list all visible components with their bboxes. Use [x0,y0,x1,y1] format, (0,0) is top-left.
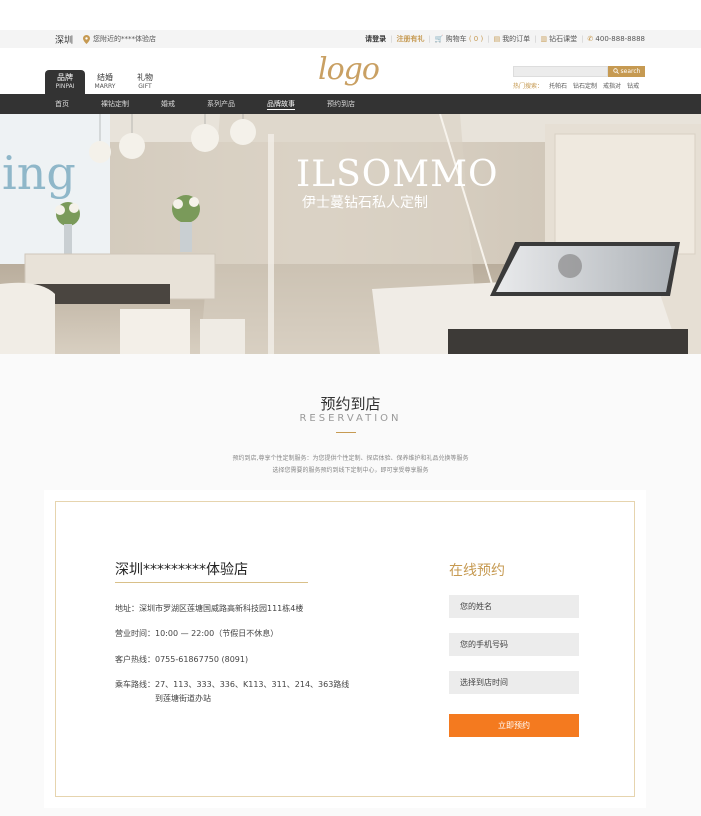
hot-searches: 热门搜索： 托帕石 钻石定制 戒指对 钻戒 [513,81,639,90]
cart-icon: 🛒 [434,35,444,43]
reservation-section: 预约到店 RESERVATION 预约到店,尊享个性定制服务：为您提供个性定制、… [0,354,701,816]
register-link[interactable]: 注册有礼 [397,34,425,44]
phone-icon: ✆ [587,35,594,43]
section-title: 预约到店 [320,395,381,413]
phone-number: ✆ 400-888-8888 [588,35,645,43]
main-nav: 首页 裸钻定制 婚戒 系列产品 品牌故事 预约到店 [0,94,701,114]
store-interior-image: ing ILSOMMO 伊士蔓钻石私人定制 [0,114,701,354]
hero-banner: ing ILSOMMO 伊士蔓钻石私人定制 [0,114,701,354]
tab-sublabel: GIFT [138,83,152,90]
banner-sign-en: ILSOMMO [296,154,499,195]
banner-sign-cn: 伊士蔓钻石私人定制 [302,195,428,211]
tab-sublabel: MARRY [94,83,116,90]
order-icon: ▤ [493,35,501,43]
section-subtitle: RESERVATION [299,413,402,424]
orders-label: 我的订单 [502,35,531,43]
divider: | [581,35,584,43]
tab-label: 品牌 [57,73,73,82]
nav-item-series[interactable]: 系列产品 [207,94,235,114]
orders-link[interactable]: ▤ 我的订单 [494,34,531,44]
store-name-divider [115,582,308,583]
nav-item-reservation[interactable]: 预约到店 [327,94,355,114]
tab-marry[interactable]: 结婚 MARRY [85,70,125,94]
classroom-icon: ▥ [540,35,548,43]
nearby-store-text: 您附近的****体验店 [93,35,156,43]
phone-label: 400-888-8888 [595,35,645,43]
phone-input[interactable] [449,633,579,656]
divider: | [428,35,431,43]
nearby-store-link[interactable]: 您附近的****体验店 [83,34,156,44]
divider: | [487,35,490,43]
top-right-links: 请登录 | 注册有礼 | 🛒 购物车 ( 0 ) | ▤ 我的订单 | ▥ 钻石课堂 … [365,34,645,44]
cart-label: 购物车 [445,35,467,43]
store-hours: 营业时间：10:00 — 22:00（节假日不休息） [115,629,279,638]
visit-time-input[interactable] [449,671,579,694]
tab-gift[interactable]: 礼物 GIFT [125,70,165,94]
section-description: 预约到店,尊享个性定制服务：为您提供个性定制、探店体验、保养维护和礼品兑换等服务 [232,455,469,462]
hot-search-label: 热门搜索： [513,83,544,90]
store-address: 地址：深圳市罗湖区莲塘国威路高新科技园111栋4楼 [115,604,304,613]
form-title: 在线预约 [449,563,505,579]
tab-brand[interactable]: 品牌 PINPAI [45,70,85,94]
hot-search-item[interactable]: 戒指对 [603,81,621,90]
store-route-stop: 到莲塘街道办站 [155,694,211,703]
search-input[interactable] [513,66,608,77]
divider: | [390,35,393,43]
classroom-label: 钻石课堂 [549,35,578,43]
reservation-card: 深圳*********体验店 地址：深圳市罗湖区莲塘国威路高新科技园111栋4楼… [44,490,646,808]
cart-link[interactable]: 🛒 购物车 ( 0 ) [435,34,483,44]
search-box: search [513,66,645,77]
search-button-label: search [620,68,641,75]
section-description: 选择您需要的服务预约到线下定制中心，即可享受尊享服务 [272,467,429,474]
store-hotline: 客户热线：0755-61867750 (8091) [115,655,249,664]
tab-sublabel: PINPAI [55,83,75,90]
search-button[interactable]: search [608,66,645,77]
city-selector[interactable]: 深圳 [55,33,73,46]
banner-left-sign: ing [2,146,76,200]
classroom-link[interactable]: ▥ 钻石课堂 [541,34,578,44]
location-pin-icon [83,34,90,44]
tab-label: 礼物 [137,73,153,82]
hot-search-item[interactable]: 钻石定制 [573,81,597,90]
header: 品牌 PINPAI 结婚 MARRY 礼物 GIFT logo search 热… [0,48,701,94]
search-icon [612,67,619,76]
store-route: 乘车路线：27、113、333、336、K113、311、214、363路线 [115,680,350,689]
site-logo[interactable]: logo [318,52,380,87]
hot-search-item[interactable]: 托帕石 [549,81,567,90]
login-link[interactable]: 请登录 [365,34,386,44]
submit-reservation-button[interactable]: 立即预约 [449,714,579,737]
hot-search-item[interactable]: 钻戒 [627,81,639,90]
divider: | [534,35,537,43]
store-name: 深圳*********体验店 [115,562,248,578]
top-bar: 深圳 您附近的****体验店 请登录 | 注册有礼 | 🛒 购物车 ( 0 ) |… [0,30,701,48]
cart-count: ( 0 ) [468,35,484,43]
title-divider [336,432,356,433]
tab-label: 结婚 [97,73,113,82]
name-input[interactable] [449,595,579,618]
nav-item-wedding-rings[interactable]: 婚戒 [161,94,175,114]
main-tabs: 品牌 PINPAI 结婚 MARRY 礼物 GIFT [45,70,165,94]
nav-item-brand-story[interactable]: 品牌故事 [267,94,295,114]
nav-item-home[interactable]: 首页 [55,94,69,114]
nav-item-custom-diamond[interactable]: 裸钻定制 [101,94,129,114]
